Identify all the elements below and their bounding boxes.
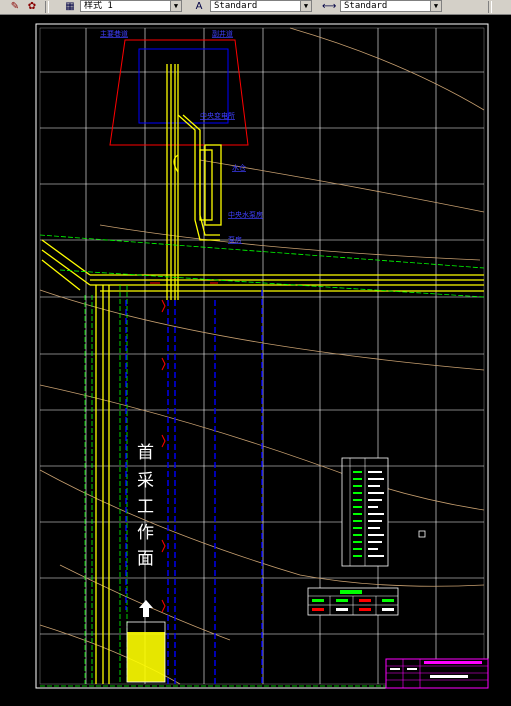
workface-char: 面: [137, 549, 154, 569]
text-style-icon[interactable]: A: [192, 0, 206, 13]
label-aux-shaft: 副井道: [212, 29, 233, 38]
dim-style-combo[interactable]: Standard ▼: [340, 0, 442, 12]
toolbar-separator: [488, 1, 492, 13]
stats-table: [307, 587, 399, 616]
label-pump: 泵房: [228, 235, 242, 244]
workface-char: 作: [137, 523, 154, 543]
drawing-canvas[interactable]: 主要巷道 副井道 中央变电所 水仓 中央水泵房 泵房 首 采 工 作 面: [0, 15, 511, 702]
shaft-protection-pillar: [109, 39, 249, 146]
label-pump-room: 中央水泵房: [228, 210, 263, 219]
red-markers: [150, 282, 218, 613]
workface-char: 采: [137, 471, 154, 491]
table-style-value: 样式 1: [84, 1, 113, 11]
workface-char: 工: [137, 497, 154, 517]
paint-icon[interactable]: ✎: [8, 0, 22, 13]
text-style-value: Standard: [214, 1, 258, 11]
label-substation: 中央变电所: [200, 111, 235, 120]
gob-area: [127, 632, 165, 682]
small-marker: [418, 530, 426, 538]
match-properties-icon[interactable]: ✿: [25, 0, 39, 13]
table-style-combo[interactable]: 样式 1 ▼: [80, 0, 182, 12]
chevron-down-icon[interactable]: ▼: [300, 1, 311, 11]
advance-arrow-icon: [139, 600, 153, 617]
text-style-combo[interactable]: Standard ▼: [210, 0, 312, 12]
dim-style-value: Standard: [344, 1, 388, 11]
legend-table: [341, 457, 389, 567]
workface-label: 首 采 工 作 面: [137, 443, 154, 569]
dim-style-icon[interactable]: ⟷: [322, 0, 336, 13]
label-sump: 水仓: [232, 163, 246, 172]
workface-char: 首: [137, 443, 154, 463]
label-main-roadway: 主要巷道: [100, 29, 128, 38]
toolbar-separator: [45, 1, 49, 13]
toolbar: ✎ ✿ ▦ 样式 1 ▼ A Standard ▼ ⟷ Standard ▼: [0, 0, 511, 15]
title-block: [385, 658, 489, 689]
chevron-down-icon[interactable]: ▼: [430, 1, 441, 11]
chevron-down-icon[interactable]: ▼: [170, 1, 181, 11]
table-style-icon[interactable]: ▦: [63, 0, 77, 13]
callout-labels: 主要巷道 副井道 中央变电所 水仓 中央水泵房 泵房: [100, 29, 263, 244]
